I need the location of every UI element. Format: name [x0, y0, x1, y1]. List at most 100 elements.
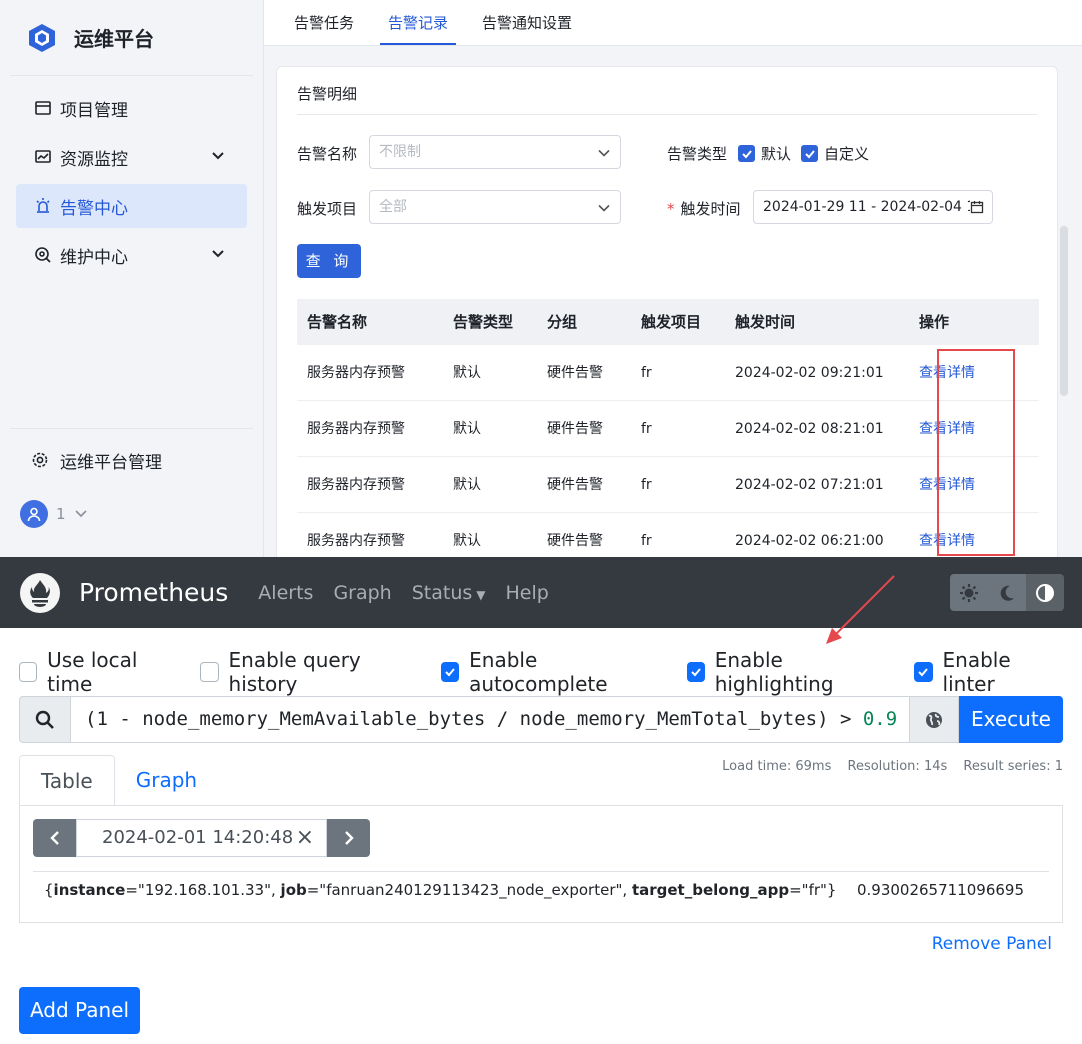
cell-name: 服务器内存预警 — [307, 365, 405, 381]
clear-icon[interactable]: × — [296, 820, 314, 856]
project-label: 触发项目 — [297, 200, 358, 218]
highlight-box — [937, 349, 1015, 556]
navbar: Prometheus Alerts Graph Status ▼ Help — [0, 557, 1082, 628]
type-custom-checkbox[interactable]: 自定义 — [801, 143, 869, 164]
cell-type: 默认 — [453, 365, 481, 381]
table-row: 服务器内存预警 默认 硬件告警 fr 2024-02-02 06:21:00 查… — [297, 513, 1039, 557]
search-icon — [19, 696, 71, 743]
type-default-checkbox[interactable]: 默认 — [738, 143, 791, 164]
check-icon — [801, 145, 818, 162]
option-label: Enable linter — [942, 648, 1011, 696]
execute-button[interactable]: Execute — [959, 696, 1063, 743]
alarm-name-label: 告警名称 — [297, 145, 358, 163]
cell-group: 硬件告警 — [547, 477, 603, 493]
monitor-icon — [35, 150, 51, 163]
load-time: Load time: 69ms — [722, 759, 832, 774]
series-labels: {instance="192.168.101.33", job="fanruan… — [44, 881, 837, 899]
checkbox-label: 默认 — [761, 145, 792, 163]
sidebar-item-label: 维护中心 — [60, 247, 128, 268]
theme-auto-button[interactable] — [1026, 574, 1064, 611]
cell-name: 服务器内存预警 — [307, 421, 405, 437]
col-header: 告警名称 — [307, 313, 368, 331]
tab-alarm-task[interactable]: 告警任务 — [286, 0, 362, 45]
cell-time: 2024-02-02 09:21:01 — [735, 365, 884, 381]
option-highlighting[interactable]: Enable highlighting — [686, 648, 889, 696]
checkbox-checked[interactable] — [914, 662, 933, 682]
admin-label: 运维平台管理 — [60, 452, 162, 473]
cell-time: 2024-02-02 07:21:01 — [735, 477, 884, 493]
divider — [297, 114, 1037, 115]
metrics-explorer-button[interactable] — [909, 696, 959, 743]
add-panel-button[interactable]: Add Panel — [19, 987, 140, 1034]
maintenance-icon — [35, 247, 51, 263]
checkbox-label: 自定义 — [824, 145, 870, 163]
prev-time-button[interactable] — [33, 819, 76, 857]
series-value: 0.9300265711096695 — [856, 881, 1024, 899]
select-placeholder: 全部 — [379, 199, 407, 215]
chevron-down-icon — [598, 149, 610, 157]
cell-time: 2024-02-02 08:21:01 — [735, 421, 884, 437]
table-row: 服务器内存预警 默认 硬件告警 fr 2024-02-02 09:21:01 查… — [297, 345, 1039, 401]
prometheus-brand[interactable]: Prometheus — [79, 578, 228, 607]
theme-dark-button[interactable] — [988, 574, 1026, 611]
globe-icon — [926, 711, 942, 728]
cell-time: 2024-02-02 06:21:00 — [735, 533, 884, 549]
col-header: 触发时间 — [735, 313, 796, 331]
brand[interactable]: 运维平台 — [10, 0, 253, 76]
contrast-icon — [1036, 583, 1054, 602]
sidebar-item-resource[interactable]: 资源监控 — [16, 135, 247, 179]
checkbox-checked[interactable] — [686, 662, 705, 682]
checkbox[interactable] — [19, 662, 38, 682]
tab-graph[interactable]: Graph — [115, 755, 218, 806]
option-use-local-time[interactable]: Use local time — [19, 648, 174, 696]
calendar-icon — [970, 200, 984, 214]
sidebar-item-alarm[interactable]: 告警中心 — [16, 184, 247, 228]
cell-project: fr — [641, 365, 652, 381]
tab-alarm-notify[interactable]: 告警通知设置 — [474, 0, 580, 45]
query-button[interactable]: 查 询 — [297, 244, 361, 278]
col-header: 告警类型 — [453, 313, 514, 331]
tab-alarm-record[interactable]: 告警记录 — [380, 0, 457, 45]
expression-input[interactable]: (1 - node_memory_MemAvailable_bytes / no… — [71, 696, 909, 743]
nav-graph[interactable]: Graph — [333, 582, 391, 604]
panel-tabs: Table Graph — [19, 755, 218, 806]
option-label: Enable highlighting — [714, 648, 834, 696]
eval-time-input[interactable]: 2024-02-01 14:20:48 × — [76, 819, 327, 857]
check-icon — [445, 668, 455, 677]
option-autocomplete[interactable]: Enable autocomplete — [440, 648, 661, 696]
sidebar-item-maintenance[interactable]: 维护中心 — [16, 233, 247, 277]
select-placeholder: 不限制 — [379, 144, 421, 160]
table-row: 服务器内存预警 默认 硬件告警 fr 2024-02-02 07:21:01 查… — [297, 457, 1039, 513]
checkbox-checked[interactable] — [440, 662, 460, 682]
chevron-down-icon — [212, 152, 224, 160]
nav-help[interactable]: Help — [506, 582, 549, 604]
user-menu[interactable]: 1 — [10, 491, 253, 537]
nav-alerts[interactable]: Alerts — [258, 582, 313, 604]
resolution: Resolution: 14s — [847, 759, 948, 774]
cell-type: 默认 — [453, 533, 481, 549]
next-time-button[interactable] — [327, 819, 370, 857]
admin-link[interactable]: 运维平台管理 — [10, 429, 253, 491]
checkbox[interactable] — [200, 662, 219, 682]
cell-project: fr — [641, 421, 652, 437]
table-panel: 2024-02-01 14:20:48 × {instance="192.168… — [19, 805, 1063, 923]
alarm-name-select[interactable]: 不限制 — [369, 135, 621, 169]
date-range-picker[interactable]: 2024-01-29 11 - 2024-02-04 1 — [753, 190, 993, 224]
prometheus-window: Prometheus Alerts Graph Status ▼ Help Use… — [0, 557, 1082, 1044]
sidebar-item-project[interactable]: 项目管理 — [16, 86, 247, 130]
project-select[interactable]: 全部 — [369, 190, 621, 224]
tab-bar: 告警任务 告警记录 告警通知设置 — [264, 0, 1082, 46]
nav-status[interactable]: Status ▼ — [412, 582, 486, 604]
prometheus-logo-icon[interactable] — [20, 572, 60, 613]
chevron-down-icon — [212, 250, 224, 258]
table-header: 告警名称 告警类型 分组 触发项目 触发时间 操作 — [297, 299, 1039, 345]
ops-platform-window: 运维平台 项目管理 资源监控 告警中心 维护中心 运维平台管理 1 告警任务 告… — [0, 0, 1082, 557]
sidebar-item-label: 资源监控 — [60, 149, 128, 170]
option-linter[interactable]: Enable linter — [914, 648, 1056, 696]
tab-table[interactable]: Table — [19, 755, 115, 806]
remove-panel-link[interactable]: Remove Panel — [932, 934, 1052, 954]
theme-light-button[interactable] — [950, 574, 988, 611]
option-query-history[interactable]: Enable query history — [200, 648, 415, 696]
cell-name: 服务器内存预警 — [307, 533, 405, 549]
scrollbar[interactable] — [1060, 226, 1068, 396]
